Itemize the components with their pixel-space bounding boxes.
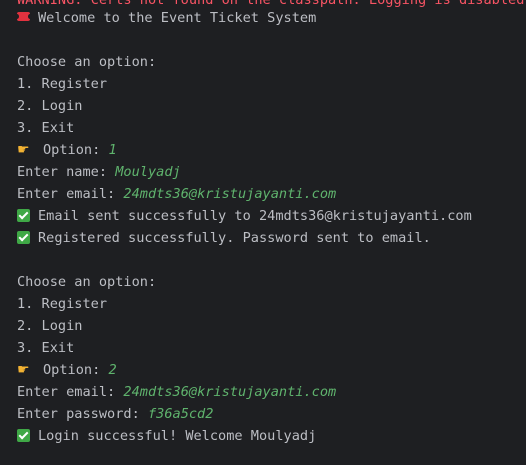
password-prompt: Enter password: xyxy=(17,406,148,422)
registered-text: Registered successfully. Password sent t… xyxy=(38,230,431,246)
login-success-text: Login successful! Welcome Moulyadj xyxy=(38,428,317,444)
name-input: Moulyadj xyxy=(115,164,181,180)
email-sent-text: Email sent successfully to 24mdts36@kris… xyxy=(38,208,472,224)
option-prompt: Option: xyxy=(43,362,109,378)
login-email-line: Enter email: 24mdts36@kristujayanti.com xyxy=(17,381,336,403)
password-input: f36a5cd2 xyxy=(147,406,214,422)
option-prompt: Option: xyxy=(43,142,109,158)
option-input: 1 xyxy=(108,142,117,158)
email-prompt: Enter email: xyxy=(17,186,124,202)
menu-option-exit: 3. Exit xyxy=(17,120,75,136)
check-mark-icon xyxy=(17,231,30,244)
console-output: WARNING: Certs not found on the classpat… xyxy=(0,0,526,465)
menu-header: Choose an option: xyxy=(17,54,157,70)
welcome-line: Welcome to the Event Ticket System xyxy=(15,7,317,29)
email-prompt: Enter email: xyxy=(17,384,124,400)
check-mark-icon xyxy=(17,429,30,442)
option-input: 2 xyxy=(108,362,117,378)
email-sent-line: Email sent successfully to 24mdts36@kris… xyxy=(17,205,472,227)
pointing-hand-icon: ☛ xyxy=(17,142,30,158)
login-success-line: Login successful! Welcome Moulyadj xyxy=(17,425,316,447)
menu-option-login: 2. Login xyxy=(17,98,83,114)
menu-header: Choose an option: xyxy=(17,274,157,290)
ticket-icon xyxy=(15,12,32,21)
email-input: 24mdts36@kristujayanti.com xyxy=(123,186,337,202)
menu-option-exit: 3. Exit xyxy=(17,340,75,356)
check-mark-icon xyxy=(17,209,30,222)
menu-option-register: 1. Register xyxy=(17,76,108,92)
menu-option-register: 1. Register xyxy=(17,296,108,312)
option-line: ☛ Option: 2 xyxy=(17,359,117,381)
menu-option-login: 2. Login xyxy=(17,318,83,334)
password-line: Enter password: f36a5cd2 xyxy=(17,403,213,425)
name-prompt: Enter name: xyxy=(17,164,116,180)
welcome-text: Welcome to the Event Ticket System xyxy=(38,10,317,26)
registered-line: Registered successfully. Password sent t… xyxy=(17,227,431,249)
pointing-hand-icon: ☛ xyxy=(17,362,30,378)
email-input: 24mdts36@kristujayanti.com xyxy=(123,384,337,400)
name-line: Enter name: Moulyadj xyxy=(17,161,181,183)
option-line: ☛ Option: 1 xyxy=(17,139,117,161)
email-line: Enter email: 24mdts36@kristujayanti.com xyxy=(17,183,336,205)
